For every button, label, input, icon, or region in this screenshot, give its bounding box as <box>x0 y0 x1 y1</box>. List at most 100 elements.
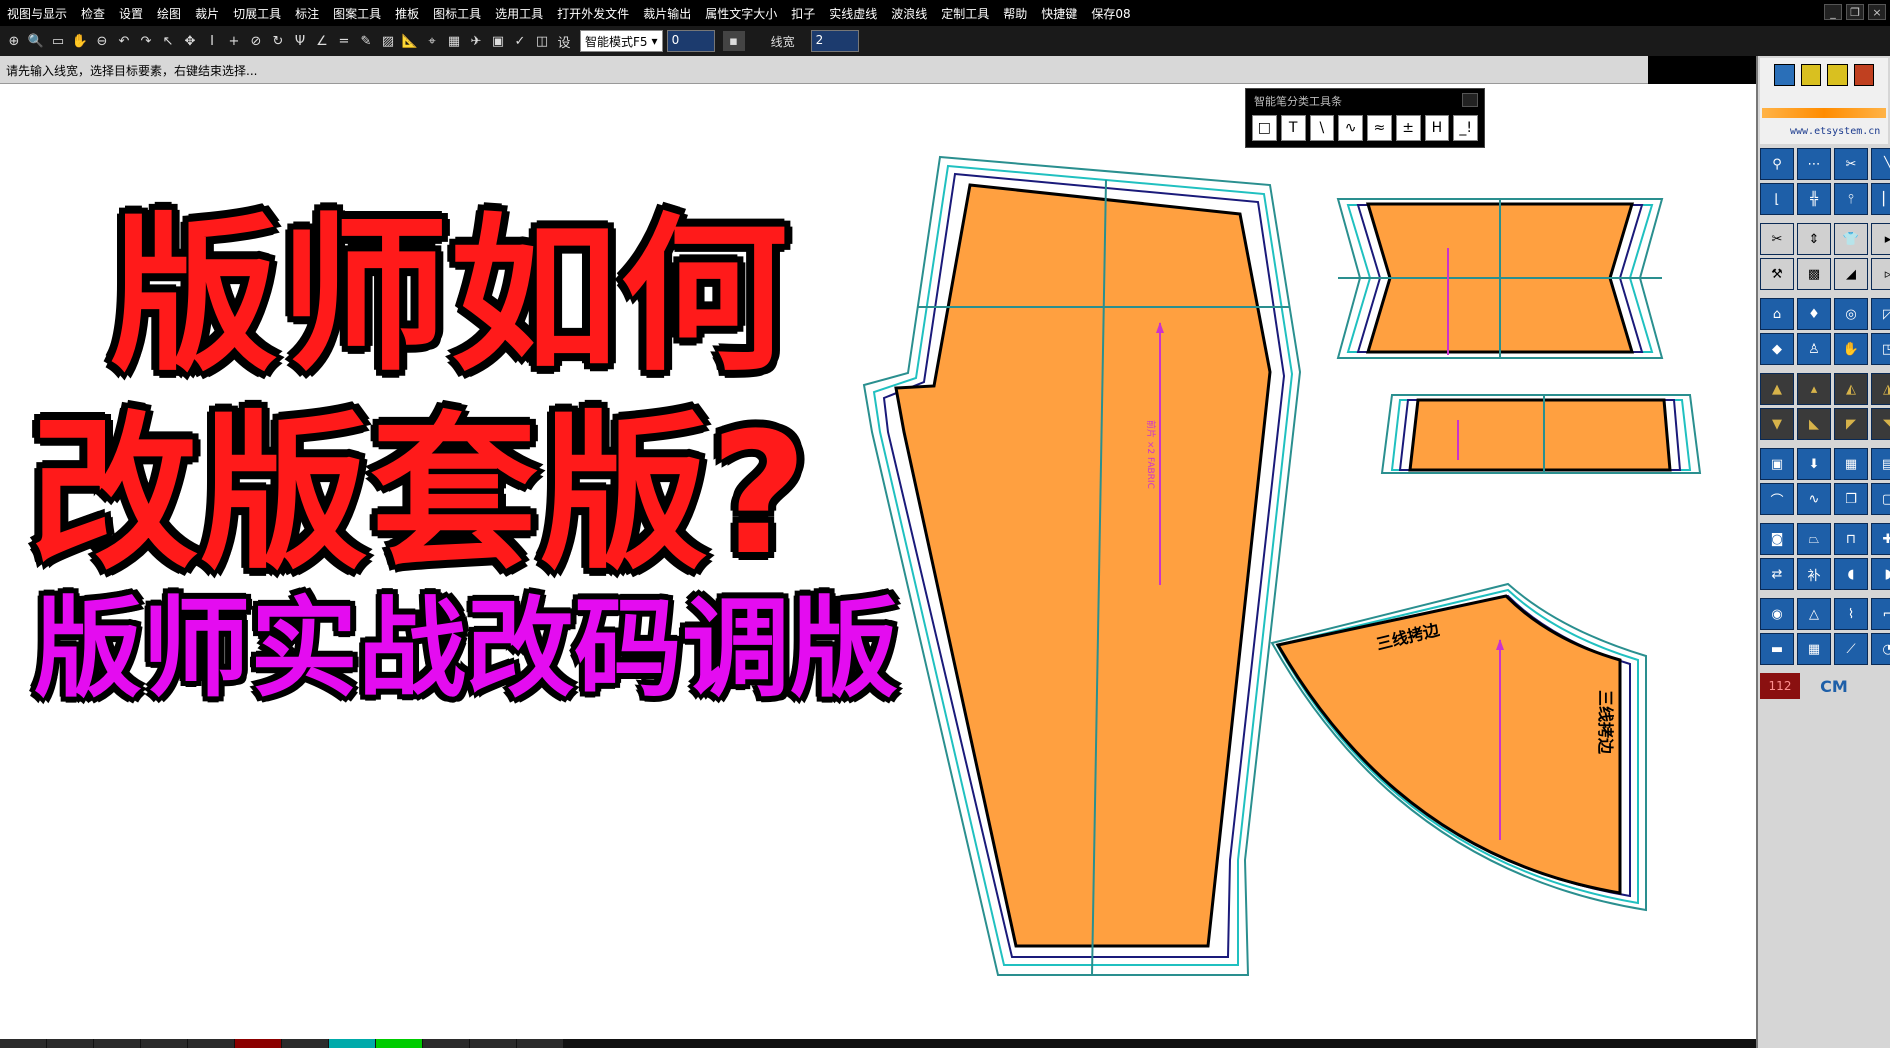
size-number[interactable]: 112 <box>1760 673 1800 699</box>
close-icon[interactable] <box>1462 93 1478 107</box>
fan-piece[interactable]: 三线拷边 三线拷边 <box>1270 582 1647 912</box>
cut-tool-icon[interactable]: ✂ <box>1760 223 1794 255</box>
menu-select-tools[interactable]: 选用工具 <box>488 5 550 22</box>
trident-icon[interactable]: Ψ <box>290 31 310 51</box>
pleat-tool-icon[interactable]: ⫯ <box>1834 183 1868 215</box>
crosshair-icon[interactable]: + <box>224 31 244 51</box>
zoom-icon[interactable]: 🔍 <box>26 31 46 51</box>
dotline-tool-icon[interactable]: ⋯ <box>1797 148 1831 180</box>
menu-wave-line[interactable]: 波浪线 <box>884 5 934 22</box>
trouser-leg-piece[interactable]: 前片 ×2 FABRIC <box>862 155 1302 976</box>
zoom-in-icon[interactable]: ⊕ <box>4 31 24 51</box>
snap-icon[interactable]: ⊘ <box>246 31 266 51</box>
glove-tool-icon[interactable]: ✋ <box>1834 333 1868 365</box>
more-tool-icon[interactable]: ▹ <box>1871 258 1890 290</box>
menu-solid-dashed[interactable]: 实线虚线 <box>822 5 884 22</box>
pen-icon[interactable]: ✎ <box>356 31 376 51</box>
shirt-tool-icon[interactable]: 👕 <box>1834 223 1868 255</box>
line-width-field[interactable]: 2 <box>810 30 859 52</box>
dart-tool-icon[interactable]: ▲ <box>1760 373 1794 405</box>
smart-toolbar-title[interactable]: 智能笔分类工具条 <box>1246 89 1484 111</box>
download-tool-icon[interactable]: ⬇ <box>1797 448 1831 480</box>
dart2-tool-icon[interactable]: ▴ <box>1797 373 1831 405</box>
menu-piece-output[interactable]: 裁片输出 <box>636 5 698 22</box>
triangle-tool-icon[interactable]: △ <box>1797 598 1831 630</box>
menu-view[interactable]: 视图与显示 <box>0 5 74 22</box>
spiral-tool-icon[interactable]: ◎ <box>1834 298 1868 330</box>
machine-tool-icon[interactable]: ⌂ <box>1760 298 1794 330</box>
lamp-tool-icon[interactable]: ♦ <box>1797 298 1831 330</box>
sleeve-tool-icon[interactable]: ◖ <box>1834 558 1868 590</box>
undo-icon[interactable]: ↶ <box>114 31 134 51</box>
taskbar-slot-teal[interactable] <box>329 1039 375 1048</box>
curve-adjust-icon[interactable]: ⌒ <box>1760 483 1794 515</box>
circle-tool-icon[interactable]: ◉ <box>1760 598 1794 630</box>
slant3-tool-icon[interactable]: ◥ <box>1871 408 1890 440</box>
dart4-tool-icon[interactable]: ◮ <box>1871 373 1890 405</box>
close-icon[interactable]: × <box>1868 4 1886 20</box>
thread-tool-icon[interactable]: ⚲ <box>1760 148 1794 180</box>
apply-icon[interactable]: ▪ <box>722 31 745 51</box>
align-icon[interactable]: Ⅰ <box>202 31 222 51</box>
offset-tool-icon[interactable]: ± <box>1395 115 1421 141</box>
curve-tool-icon[interactable]: ∿ <box>1338 115 1363 141</box>
slash-tool-icon[interactable]: ╲ <box>1871 148 1890 180</box>
logo-icon-2[interactable] <box>1800 64 1821 86</box>
glove2-tool-icon[interactable]: ◳ <box>1871 333 1890 365</box>
move-icon[interactable]: ✥ <box>180 31 200 51</box>
h-tool-icon[interactable]: H <box>1424 115 1450 141</box>
line-angle-icon[interactable]: ⟋ <box>1834 633 1868 665</box>
hammer-tool-icon[interactable]: ⚒ <box>1760 258 1794 290</box>
menu-buttons[interactable]: 扣子 <box>784 5 822 22</box>
compass-icon[interactable]: ⌖ <box>422 31 442 51</box>
extend-tool-icon[interactable]: ▸ <box>1871 223 1890 255</box>
shape-tool-icon[interactable]: ◆ <box>1760 333 1794 365</box>
mode-select[interactable]: 智能模式F5 ▾ <box>580 30 663 52</box>
settings-label[interactable]: 设 <box>554 31 574 51</box>
pan-hand-icon[interactable]: ✋ <box>70 31 90 51</box>
menu-save[interactable]: 保存08 <box>1084 5 1137 22</box>
frame-icon[interactable]: ◫ <box>532 31 552 51</box>
ruler-tool-icon[interactable]: ▬ <box>1760 633 1794 665</box>
logo-icon-1[interactable] <box>1774 64 1795 86</box>
menu-text-size[interactable]: 属性文字大小 <box>698 5 784 22</box>
menu-shortcuts[interactable]: 快捷键 <box>1034 5 1084 22</box>
taskbar-slot[interactable] <box>282 1039 328 1048</box>
patch-tool-icon[interactable]: 补 <box>1797 558 1831 590</box>
measure-icon[interactable]: 📐 <box>400 31 420 51</box>
menu-help[interactable]: 帮助 <box>996 5 1034 22</box>
wave-tool-icon[interactable]: ≈ <box>1367 115 1392 141</box>
menu-pattern-tools[interactable]: 图案工具 <box>326 5 388 22</box>
notch-tool-icon[interactable]: _! <box>1453 115 1478 141</box>
select-arrow-icon[interactable]: ↖ <box>158 31 178 51</box>
corner-tool-icon[interactable]: ⌊ <box>1760 183 1794 215</box>
taskbar-slot[interactable] <box>141 1039 187 1048</box>
cuff-piece[interactable] <box>1380 394 1702 474</box>
scissors-tool-icon[interactable]: ✂ <box>1834 148 1868 180</box>
shoe-tool-icon[interactable]: ◢ <box>1834 258 1868 290</box>
menu-check[interactable]: 检查 <box>74 5 112 22</box>
redo-icon[interactable]: ↷ <box>136 31 156 51</box>
angle-icon[interactable]: ∠ <box>312 31 332 51</box>
fit-screen-icon[interactable]: ▭ <box>48 31 68 51</box>
menu-annotate[interactable]: 标注 <box>288 5 326 22</box>
plus-tool-icon[interactable]: ✚ <box>1871 523 1890 555</box>
logo-icon-4[interactable] <box>1853 64 1874 86</box>
unit-label[interactable]: CM <box>1804 673 1864 699</box>
arrows-tool-icon[interactable]: ⇕ <box>1797 223 1831 255</box>
fold-tool-icon[interactable]: ◸ <box>1871 298 1890 330</box>
save-tool-icon[interactable]: ▣ <box>1760 448 1794 480</box>
menu-icon-tools[interactable]: 图标工具 <box>426 5 488 22</box>
plane-icon[interactable]: ✈ <box>466 31 486 51</box>
copy-tool-icon[interactable]: ❐ <box>1834 483 1868 515</box>
grid-tool-icon[interactable]: ▤ <box>1871 448 1890 480</box>
point-tool-icon[interactable]: ▼ <box>1760 408 1794 440</box>
taskbar-slot[interactable] <box>47 1039 93 1048</box>
edge-tool-icon[interactable]: ▏ <box>1871 183 1890 215</box>
menu-settings[interactable]: 设置 <box>112 5 150 22</box>
trim-tool-icon[interactable]: ⌇ <box>1834 598 1868 630</box>
grade-tool-icon[interactable]: ▦ <box>1834 448 1868 480</box>
menu-open-external[interactable]: 打开外发文件 <box>550 5 636 22</box>
zoom-out-icon[interactable]: ⊖ <box>92 31 112 51</box>
color-palette-icon[interactable]: ▦ <box>444 31 464 51</box>
